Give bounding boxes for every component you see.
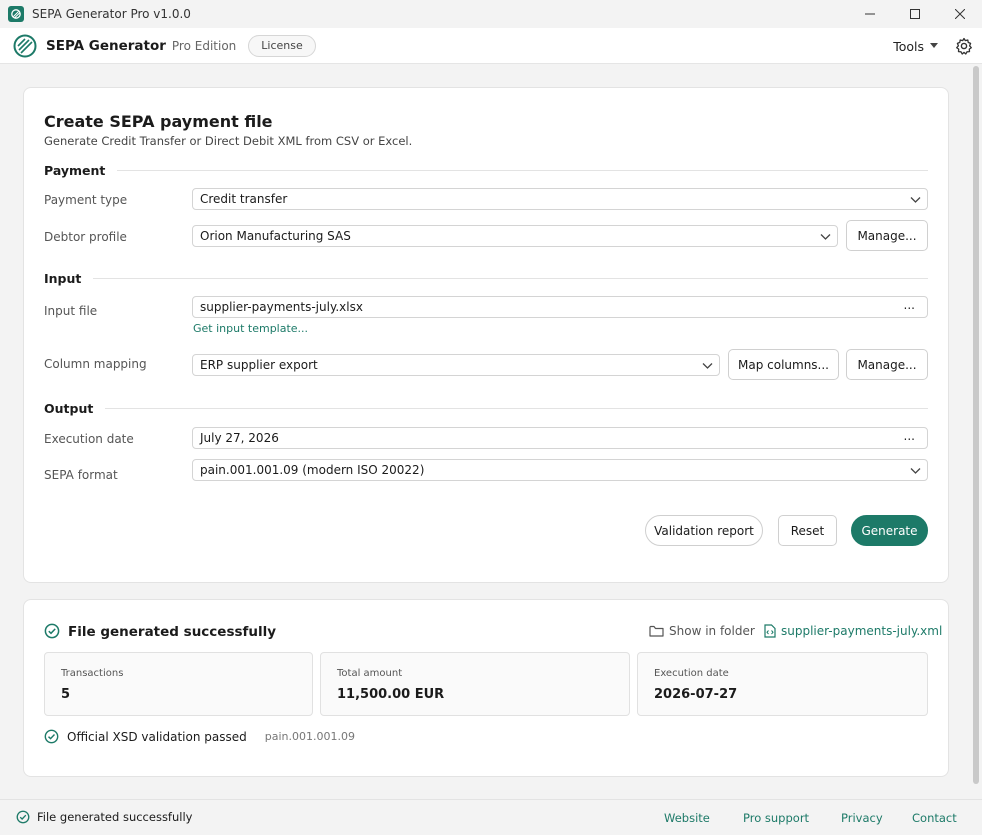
footer-link-pro-support[interactable]: Pro support bbox=[743, 811, 809, 825]
footer-link-privacy[interactable]: Privacy bbox=[841, 811, 883, 825]
minimize-button[interactable] bbox=[847, 0, 892, 28]
execution-date-field[interactable]: July 27, 2026 ... bbox=[192, 427, 928, 449]
license-button[interactable]: License bbox=[248, 34, 316, 57]
section-input: Input bbox=[44, 270, 928, 286]
chevron-down-icon bbox=[910, 468, 921, 474]
divider bbox=[93, 277, 928, 279]
chevron-down-icon bbox=[910, 197, 921, 203]
app-icon bbox=[8, 6, 24, 22]
execution-date-label: Execution date bbox=[44, 432, 134, 446]
input-template-link[interactable]: Get input template... bbox=[193, 322, 308, 335]
payment-type-select[interactable]: Credit transfer bbox=[192, 188, 928, 210]
column-mapping-label: Column mapping bbox=[44, 357, 147, 371]
scrollbar[interactable] bbox=[973, 66, 979, 784]
section-input-label: Input bbox=[44, 270, 82, 286]
stat-label: Execution date bbox=[654, 668, 729, 679]
chevron-down-icon bbox=[820, 234, 831, 240]
close-window-button[interactable] bbox=[937, 0, 982, 28]
sepa-format-select[interactable]: pain.001.001.09 (modern ISO 20022) bbox=[192, 459, 928, 481]
tools-menu[interactable]: Tools bbox=[893, 28, 938, 64]
result-card: File generated successfully Show in fold… bbox=[23, 599, 949, 777]
debtor-profile-value: Orion Manufacturing SAS bbox=[200, 229, 351, 243]
window-title: SEPA Generator Pro v1.0.0 bbox=[32, 7, 191, 21]
gear-icon[interactable] bbox=[954, 36, 974, 56]
stat-value: 11,500.00 EUR bbox=[337, 687, 445, 702]
generated-file-name: supplier-payments-july.xml bbox=[781, 624, 943, 638]
section-payment-label: Payment bbox=[44, 162, 106, 178]
edition-label: Pro Edition bbox=[171, 38, 237, 53]
divider bbox=[117, 169, 928, 171]
divider bbox=[105, 407, 928, 409]
sepa-format-value: pain.001.001.09 (modern ISO 20022) bbox=[200, 463, 425, 477]
status-message: File generated successfully bbox=[16, 810, 192, 824]
status-text: File generated successfully bbox=[37, 810, 193, 824]
input-file-field[interactable]: supplier-payments-july.xlsx ... bbox=[192, 296, 928, 318]
sepa-format-label: SEPA format bbox=[44, 468, 118, 482]
create-file-card: Create SEPA payment file Generate Credit… bbox=[23, 87, 949, 583]
payment-type-value: Credit transfer bbox=[200, 192, 288, 206]
browse-input-button[interactable]: ... bbox=[904, 298, 915, 312]
xml-file-icon bbox=[764, 624, 776, 638]
check-circle-icon bbox=[44, 623, 60, 639]
stat-value: 5 bbox=[61, 687, 71, 702]
maximize-button[interactable] bbox=[892, 0, 937, 28]
column-mapping-value: ERP supplier export bbox=[200, 358, 318, 372]
execution-date-value: July 27, 2026 bbox=[200, 431, 279, 445]
page-subtitle: Generate Credit Transfer or Direct Debit… bbox=[44, 134, 413, 148]
app-header: SEPA Generator Pro Edition License Tools bbox=[0, 28, 982, 64]
brand-name: SEPA Generator bbox=[46, 37, 166, 54]
payment-type-label: Payment type bbox=[44, 193, 128, 207]
xsd-validation-text: Official XSD validation passed bbox=[67, 729, 247, 744]
debtor-profile-label: Debtor profile bbox=[44, 230, 127, 244]
xsd-format: pain.001.001.09 bbox=[264, 730, 355, 743]
generated-file-link[interactable]: supplier-payments-july.xml bbox=[764, 624, 942, 638]
footer-link-website[interactable]: Website bbox=[664, 811, 710, 825]
chevron-down-icon bbox=[702, 363, 713, 369]
input-file-value: supplier-payments-july.xlsx bbox=[200, 300, 363, 314]
show-in-folder-label: Show in folder bbox=[669, 624, 755, 638]
manage-debtor-button[interactable]: Manage... bbox=[846, 220, 928, 251]
check-circle-icon bbox=[44, 729, 59, 744]
status-bar: File generated successfully Website Pro … bbox=[0, 799, 982, 835]
section-output: Output bbox=[44, 400, 928, 416]
section-payment: Payment bbox=[44, 162, 928, 178]
generate-button[interactable]: Generate bbox=[851, 515, 928, 546]
stat-value: 2026-07-27 bbox=[654, 687, 738, 702]
tools-label: Tools bbox=[893, 38, 924, 54]
brand-logo-icon bbox=[13, 34, 37, 57]
stat-label: Transactions bbox=[61, 668, 124, 679]
column-mapping-select[interactable]: ERP supplier export bbox=[192, 354, 720, 376]
reset-button[interactable]: Reset bbox=[778, 515, 837, 546]
footer-link-contact[interactable]: Contact bbox=[912, 811, 957, 825]
caret-down-icon bbox=[930, 43, 938, 48]
page-title: Create SEPA payment file bbox=[44, 112, 273, 131]
stat-transactions: Transactions 5 bbox=[44, 652, 313, 716]
section-output-label: Output bbox=[44, 400, 94, 416]
input-file-label: Input file bbox=[44, 304, 98, 318]
manage-mapping-button[interactable]: Manage... bbox=[846, 349, 928, 380]
check-circle-icon bbox=[16, 810, 30, 824]
stat-execution-date: Execution date 2026-07-27 bbox=[637, 652, 928, 716]
date-picker-button[interactable]: ... bbox=[904, 429, 915, 443]
stat-label: Total amount bbox=[337, 668, 403, 679]
title-bar: SEPA Generator Pro v1.0.0 bbox=[0, 0, 982, 28]
validation-report-button[interactable]: Validation report bbox=[645, 515, 763, 546]
show-in-folder-button[interactable]: Show in folder bbox=[649, 624, 755, 638]
xsd-validation-status: Official XSD validation passed pain.001.… bbox=[44, 729, 355, 744]
debtor-profile-select[interactable]: Orion Manufacturing SAS bbox=[192, 225, 838, 247]
stat-total-amount: Total amount 11,500.00 EUR bbox=[320, 652, 630, 716]
result-title: File generated successfully bbox=[68, 624, 277, 640]
folder-icon bbox=[649, 625, 664, 637]
map-columns-button[interactable]: Map columns... bbox=[728, 349, 839, 380]
